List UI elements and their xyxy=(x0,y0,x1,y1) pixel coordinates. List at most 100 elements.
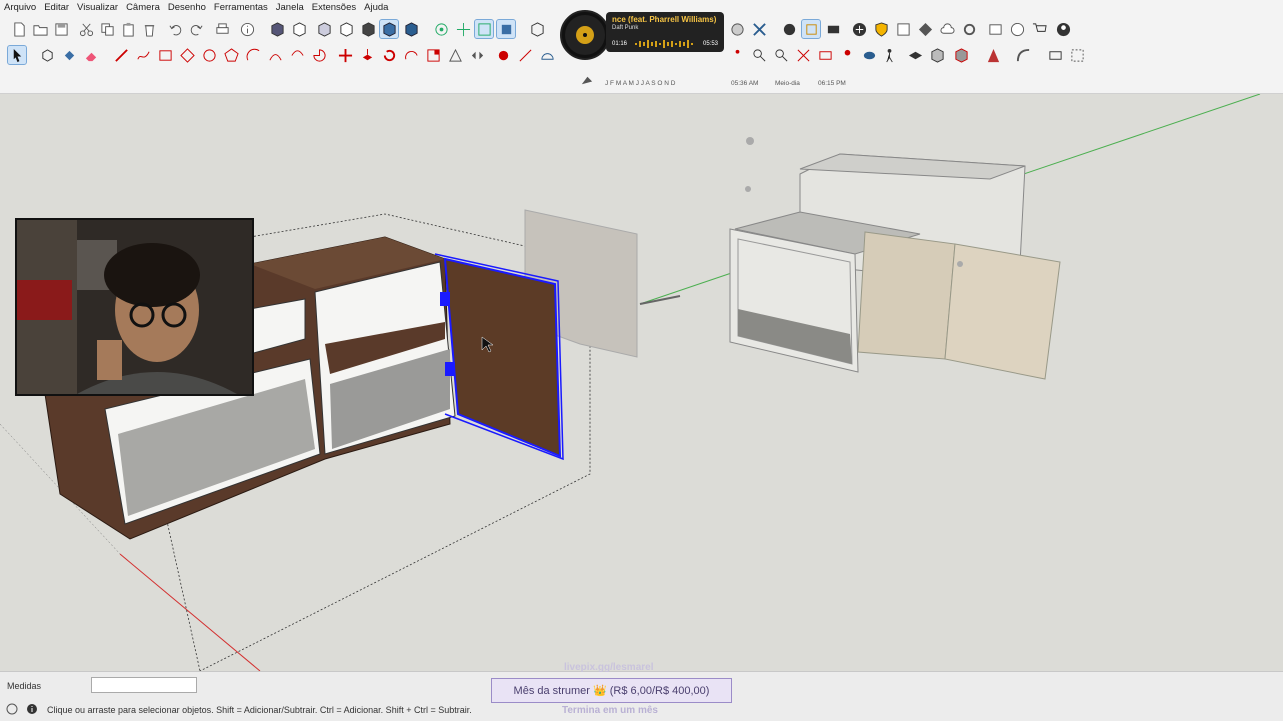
redo-icon[interactable] xyxy=(187,20,205,38)
xray-style-icon[interactable] xyxy=(379,19,399,39)
undo-icon[interactable] xyxy=(166,20,184,38)
back-view-icon[interactable] xyxy=(359,20,377,38)
zoom-extents-icon[interactable] xyxy=(474,19,494,39)
walk-person-icon[interactable] xyxy=(880,46,898,64)
zoom-extents-2-icon[interactable] xyxy=(794,46,812,64)
menu-visualizar[interactable]: Visualizar xyxy=(73,2,122,13)
shaded-style-icon[interactable] xyxy=(402,20,420,38)
curve-icon[interactable] xyxy=(1014,46,1032,64)
tape-measure-icon[interactable] xyxy=(494,46,512,64)
solid-tools-icon[interactable] xyxy=(928,46,946,64)
push-pull-icon[interactable] xyxy=(358,46,376,64)
cart-icon[interactable] xyxy=(1030,20,1048,38)
shadow-months: J F M A M J J A S O N D xyxy=(605,80,676,87)
menu-janela[interactable]: Janela xyxy=(272,2,308,13)
zoom-window-icon[interactable] xyxy=(772,46,790,64)
warehouse-icon[interactable] xyxy=(780,20,798,38)
polygon-tool-icon[interactable] xyxy=(222,46,240,64)
cut-icon[interactable] xyxy=(77,20,95,38)
line-tool-icon[interactable] xyxy=(112,46,130,64)
menu-arquivo[interactable]: Arquivo xyxy=(0,2,40,13)
scenes-icon[interactable] xyxy=(824,20,842,38)
status-hint: Clique ou arraste para selecionar objeto… xyxy=(47,705,472,715)
menu-ferramentas[interactable]: Ferramentas xyxy=(210,2,272,13)
menu-camera[interactable]: Câmera xyxy=(122,2,164,13)
account-icon[interactable] xyxy=(1054,20,1072,38)
add-location-icon[interactable] xyxy=(850,20,868,38)
checker-icon[interactable] xyxy=(916,20,934,38)
selected-door[interactable] xyxy=(434,253,564,461)
rotate-tool-icon[interactable] xyxy=(380,46,398,64)
paste-icon[interactable] xyxy=(119,20,137,38)
layers-icon[interactable] xyxy=(801,19,821,39)
open-folder-icon[interactable] xyxy=(31,20,49,38)
menu-editar[interactable]: Editar xyxy=(40,2,73,13)
two-point-arc-icon[interactable] xyxy=(266,46,284,64)
materials-icon[interactable] xyxy=(728,20,746,38)
status-icons xyxy=(6,703,38,718)
pan-icon[interactable] xyxy=(454,20,472,38)
move-tool-icon[interactable] xyxy=(336,46,354,64)
shadows-toggle-icon[interactable] xyxy=(577,71,595,89)
geo-icon[interactable] xyxy=(894,20,912,38)
status-bar: Medidas Clique ou arraste para seleciona… xyxy=(0,662,1283,721)
track-duration: 05:53 xyxy=(702,41,718,47)
copy-icon[interactable] xyxy=(98,20,116,38)
make-component-icon[interactable] xyxy=(38,46,56,64)
freehand-icon[interactable] xyxy=(134,46,152,64)
window-icon[interactable] xyxy=(986,20,1004,38)
cloud-icon[interactable] xyxy=(938,20,956,38)
flip-tool-icon[interactable] xyxy=(468,46,486,64)
panel-icon[interactable] xyxy=(1046,46,1064,64)
circle-tool-icon[interactable] xyxy=(200,46,218,64)
three-point-arc-icon[interactable] xyxy=(288,46,306,64)
section-plane-icon[interactable] xyxy=(496,19,516,39)
info-icon[interactable] xyxy=(1008,20,1026,38)
delete-icon[interactable] xyxy=(140,20,158,38)
paint-bucket-icon[interactable] xyxy=(60,46,78,64)
protractor-icon[interactable] xyxy=(538,46,556,64)
right-view-icon[interactable] xyxy=(337,20,355,38)
model-info-icon[interactable] xyxy=(238,20,256,38)
top-view-icon[interactable] xyxy=(290,20,308,38)
print-icon[interactable] xyxy=(213,20,231,38)
track-progress: 01:16 05:53 xyxy=(612,38,718,50)
position-camera-icon[interactable] xyxy=(838,46,856,64)
front-view-icon[interactable] xyxy=(315,20,333,38)
arc-tool-icon[interactable] xyxy=(244,46,262,64)
section-fill-icon[interactable] xyxy=(906,46,924,64)
scale-tool-icon[interactable] xyxy=(424,46,442,64)
extension-manager-icon[interactable] xyxy=(960,20,978,38)
follow-me-icon[interactable] xyxy=(402,46,420,64)
menu-extensoes[interactable]: Extensões xyxy=(308,2,360,13)
eraser-icon[interactable] xyxy=(82,46,100,64)
shadow-time-end: 06:15 PM xyxy=(818,80,846,87)
geo-location-icon[interactable] xyxy=(6,703,18,718)
menu-desenho[interactable]: Desenho xyxy=(164,2,210,13)
offset-tool-icon[interactable] xyxy=(446,46,464,64)
styles-icon[interactable] xyxy=(750,20,768,38)
walk-icon[interactable] xyxy=(728,46,746,64)
goal-ends-text: Termina em um mês xyxy=(562,705,658,716)
menu-ajuda[interactable]: Ajuda xyxy=(360,2,392,13)
dimension-tool-icon[interactable] xyxy=(516,46,534,64)
measurements-input[interactable] xyxy=(91,677,197,693)
grid-icon[interactable] xyxy=(1068,46,1086,64)
select-tool-icon[interactable] xyxy=(7,45,27,65)
new-file-icon[interactable] xyxy=(10,20,28,38)
shield-icon[interactable] xyxy=(872,20,890,38)
orbit-icon[interactable] xyxy=(432,20,450,38)
previous-view-icon[interactable] xyxy=(816,46,834,64)
outer-shell-icon[interactable] xyxy=(952,46,970,64)
iso-view-icon[interactable] xyxy=(268,20,286,38)
light-cabinet-group[interactable] xyxy=(524,137,1061,380)
instructor-info-icon[interactable] xyxy=(26,703,38,718)
save-icon[interactable] xyxy=(52,20,70,38)
sandbox-icon[interactable] xyxy=(984,46,1002,64)
components-icon[interactable] xyxy=(528,20,546,38)
rotated-rectangle-icon[interactable] xyxy=(178,46,196,64)
zoom-icon[interactable] xyxy=(750,46,768,64)
look-around-icon[interactable] xyxy=(860,46,878,64)
rectangle-tool-icon[interactable] xyxy=(156,46,174,64)
pie-tool-icon[interactable] xyxy=(310,46,328,64)
